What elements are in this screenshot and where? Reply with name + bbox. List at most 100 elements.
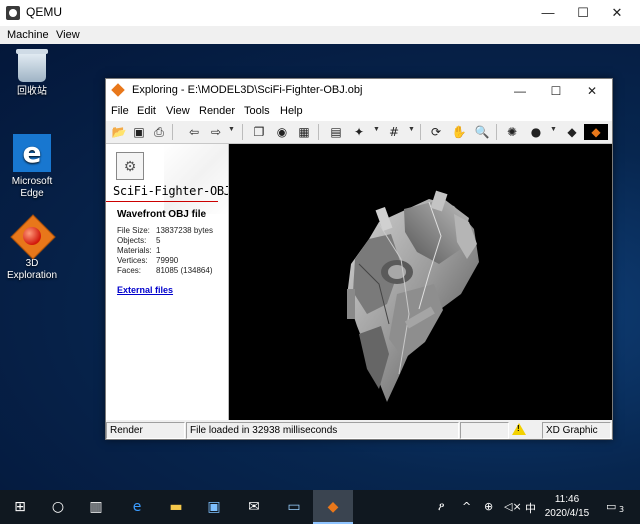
clock-date: 2020/4/15	[544, 508, 590, 519]
stat-label-materials: Materials:	[117, 246, 152, 255]
filename-underline	[106, 201, 218, 202]
toolbar-separator	[420, 124, 421, 140]
qemu-titlebar: QEMU — ☐ ✕	[0, 0, 640, 26]
exploring-window: Exploring - E:\MODEL3D\SciFi-Fighter-OBJ…	[105, 78, 613, 440]
ime-indicator[interactable]: 中	[525, 500, 536, 516]
zoom-icon[interactable]: 🔍	[474, 124, 490, 140]
stat-label-objects: Objects:	[117, 236, 147, 245]
desktop-icon-3d-exploration[interactable]: 3D Exploration	[0, 214, 64, 282]
grid-icon[interactable]: #	[386, 124, 402, 140]
edge-icon: e	[13, 134, 51, 172]
desktop-icon-recycle-bin[interactable]: 回收站	[0, 49, 64, 98]
image-icon[interactable]: ▦	[296, 124, 312, 140]
open-folder-icon[interactable]: 📂	[111, 124, 127, 140]
status-message: File loaded in 32938 milliseconds	[186, 422, 459, 439]
3d-exploration-taskbar-icon[interactable]: ◆	[323, 497, 343, 517]
pan-hand-icon[interactable]: ✋	[451, 124, 467, 140]
stat-value-objects: 5	[156, 236, 161, 245]
forward-dropdown-icon[interactable]: ▼	[228, 126, 235, 133]
qemu-window-title: QEMU	[26, 5, 62, 19]
properties-icon[interactable]: ▤	[328, 124, 344, 140]
file-explorer-icon[interactable]: ▬	[166, 497, 186, 517]
status-mode: Render	[106, 422, 185, 439]
store-icon[interactable]: ▣	[204, 497, 224, 517]
exploring-minimize-button[interactable]: —	[502, 79, 538, 103]
scifi-fighter-model	[347, 190, 479, 402]
3d-exploration-icon	[111, 83, 125, 97]
windows-icon[interactable]: ❐	[251, 124, 267, 140]
people-icon[interactable]: ዖ	[438, 500, 444, 514]
render-dropdown-icon[interactable]: ▼	[550, 126, 557, 133]
stat-value-materials: 1	[156, 246, 161, 255]
3d-viewport[interactable]	[229, 144, 612, 420]
menu-help[interactable]: Help	[280, 105, 303, 117]
mail-icon[interactable]: ✉	[244, 497, 264, 517]
qemu-app-icon	[6, 6, 20, 20]
search-icon[interactable]: ○	[48, 497, 68, 517]
menu-file[interactable]: File	[111, 105, 129, 117]
toolbar-separator	[242, 124, 243, 140]
menu-render[interactable]: Render	[199, 105, 235, 117]
3d-exploration-icon[interactable]: ◆	[584, 124, 608, 140]
print-icon[interactable]: ⎙	[151, 124, 167, 140]
notification-icon[interactable]: ▭	[606, 500, 616, 513]
disk-icon[interactable]: ◉	[274, 124, 290, 140]
3d-exploration-icon	[10, 214, 56, 260]
back-arrow-icon[interactable]: ⇦	[186, 124, 202, 140]
exploring-window-title: Exploring - E:\MODEL3D\SciFi-Fighter-OBJ…	[132, 84, 363, 96]
stat-label-file-size: File Size:	[117, 226, 150, 235]
save-icon[interactable]: ▣	[131, 124, 147, 140]
exploring-menubar: File Edit View Render Tools Help	[106, 103, 612, 121]
taskbar-clock[interactable]: 11:46 2020/4/15	[540, 493, 594, 521]
warning-icon-mark: !	[517, 424, 520, 433]
status-renderer: XD Graphic	[542, 422, 611, 439]
network-icon[interactable]: ⊕	[484, 500, 493, 513]
toolbar-separator	[172, 124, 173, 140]
menu-edit[interactable]: Edit	[137, 105, 156, 117]
info-panel-decoration	[164, 144, 228, 214]
exploring-toolbar: 📂 ▣ ⎙ ⇦ ⇨ ▼ ❐ ◉ ▦ ▤ ✦ ▼ # ▼ ⟳ ✋ 🔍 ✺ ● ▼ …	[106, 121, 612, 144]
notification-count: 3	[619, 505, 625, 514]
render-sphere-icon[interactable]: ●	[528, 124, 544, 140]
desktop-icon-label: Microsoft Edge	[11, 176, 53, 199]
windows-start-icon[interactable]: ⊞	[10, 497, 30, 517]
toolbar-separator	[318, 124, 319, 140]
chevron-up-icon[interactable]: ^	[462, 500, 471, 513]
exploring-statusbar: Render File loaded in 32938 milliseconds…	[106, 421, 612, 439]
info-filename: SciFi-Fighter-OBJ.	[113, 184, 229, 198]
rotate-icon[interactable]: ⟳	[428, 124, 444, 140]
light-dropdown-icon[interactable]: ▼	[373, 126, 380, 133]
stat-value-faces: 81085 (134864)	[156, 266, 213, 275]
stat-value-file-size: 13837238 bytes	[156, 226, 213, 235]
qemu-menu-machine[interactable]: Machine	[7, 29, 49, 41]
light-bulb-icon[interactable]: ✦	[351, 124, 367, 140]
stat-value-vertices: 79990	[156, 256, 179, 265]
desktop-icon-edge[interactable]: e Microsoft Edge	[0, 134, 64, 200]
toolbar-separator	[496, 124, 497, 140]
qemu-menubar: Machine View	[0, 26, 640, 44]
exploring-close-button[interactable]: ✕	[574, 79, 610, 103]
stat-label-faces: Faces:	[117, 266, 142, 275]
qemu-menu-view[interactable]: View	[56, 29, 80, 41]
recycle-bin-icon	[16, 49, 48, 82]
edge-taskbar-icon[interactable]: e	[127, 497, 147, 517]
volume-muted-icon[interactable]: ◁×	[504, 500, 522, 513]
menu-tools[interactable]: Tools	[244, 105, 270, 117]
status-empty-cell	[460, 422, 509, 439]
object-icon[interactable]: ◆	[564, 124, 580, 140]
forward-arrow-icon[interactable]: ⇨	[208, 124, 224, 140]
task-view-icon[interactable]: ▥	[86, 497, 106, 517]
spin-icon[interactable]: ✺	[504, 124, 520, 140]
file-info-panel: ⚙ SciFi-Fighter-OBJ. Wavefront OBJ file …	[106, 144, 229, 420]
taskbar: ⊞ ○ ▥ e ▬ ▣ ✉ ▭ ◆ ዖ ^ ⊕ ◁× 中 11:46 2020/…	[0, 490, 640, 524]
external-files-link[interactable]: External files	[117, 285, 173, 295]
clock-time: 11:46	[554, 494, 580, 505]
stat-label-vertices: Vertices:	[117, 256, 148, 265]
qemu-close-button[interactable]: ✕	[594, 0, 640, 26]
desktop-icon-label: 3D Exploration	[6, 258, 58, 281]
photos-icon[interactable]: ▭	[284, 497, 304, 517]
menu-view[interactable]: View	[166, 105, 190, 117]
grid-dropdown-icon[interactable]: ▼	[408, 126, 415, 133]
obj-file-icon: ⚙	[116, 152, 144, 180]
exploring-maximize-button[interactable]: ☐	[538, 79, 574, 103]
